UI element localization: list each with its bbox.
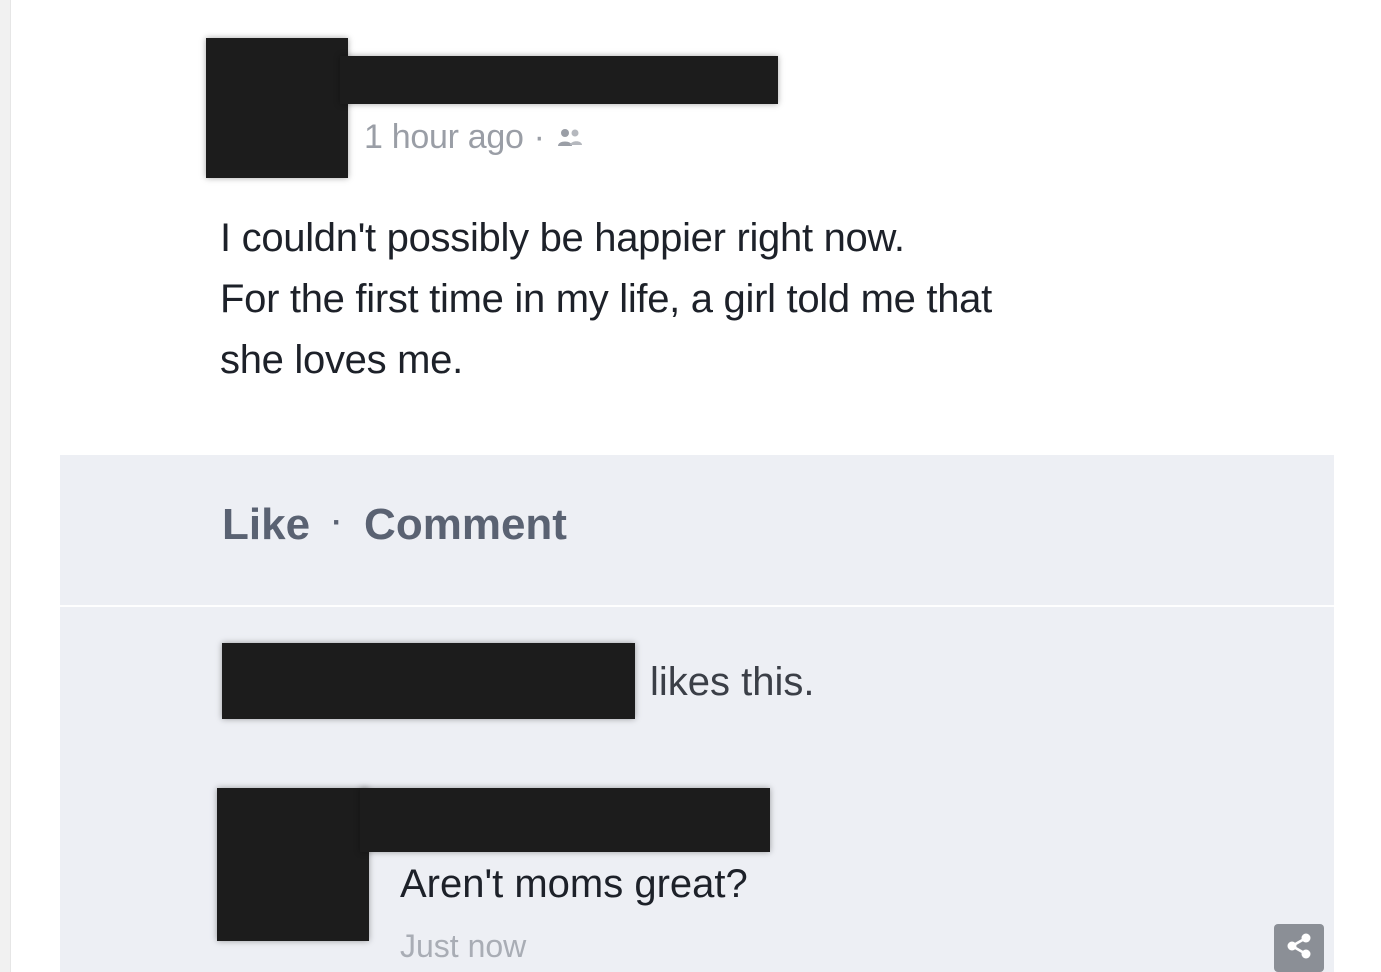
- share-icon: [1284, 931, 1314, 966]
- redacted-commenter-name: [360, 788, 770, 852]
- comment-text: Aren't moms great?: [400, 862, 748, 906]
- likes-summary: likes this.: [650, 660, 815, 704]
- post-text-line: For the first time in my life, a girl to…: [220, 277, 992, 321]
- redacted-commenter-avatar: [217, 788, 369, 941]
- page-edge: [0, 0, 11, 972]
- post-text-line: I couldn't possibly be happier right now…: [220, 216, 905, 260]
- like-button[interactable]: Like: [222, 500, 310, 550]
- redacted-liker-name: [222, 643, 635, 719]
- friends-icon[interactable]: [557, 128, 583, 148]
- meta-separator: ·: [533, 118, 545, 156]
- share-button[interactable]: [1274, 924, 1324, 972]
- redacted-author-name: [340, 56, 778, 104]
- redacted-author-avatar: [206, 38, 348, 178]
- section-divider: [60, 605, 1334, 607]
- comment-timestamp[interactable]: Just now: [400, 928, 526, 965]
- action-separator: ·: [332, 506, 343, 539]
- post-meta: 1 hour ago ·: [364, 118, 583, 157]
- screenshot: 1 hour ago · I couldn't possibly be happ…: [0, 0, 1381, 972]
- post-timestamp[interactable]: 1 hour ago: [364, 118, 524, 157]
- post-body: I couldn't possibly be happier right now…: [220, 208, 1220, 391]
- comment-button[interactable]: Comment: [364, 500, 567, 550]
- action-row: Like · Comment: [222, 500, 567, 550]
- post-text-line: she loves me.: [220, 338, 463, 382]
